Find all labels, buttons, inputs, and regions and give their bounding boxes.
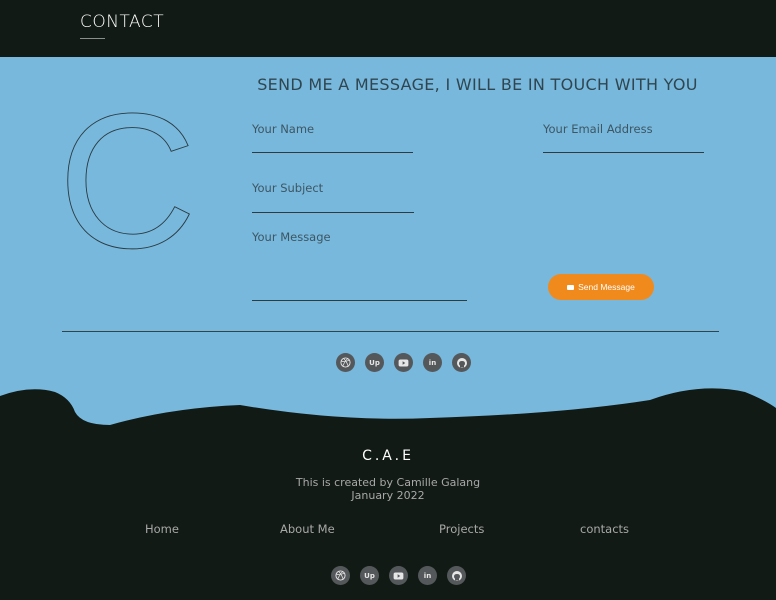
footer-link-home[interactable]: Home — [145, 522, 179, 536]
upwork-icon[interactable]: Up — [360, 566, 379, 585]
github-icon[interactable] — [452, 353, 471, 372]
logo-letter: C — [58, 97, 197, 267]
upwork-icon[interactable]: Up — [365, 353, 384, 372]
footer-link-projects[interactable]: Projects — [439, 522, 484, 536]
footer-brand: C.A.E — [362, 448, 414, 464]
youtube-icon[interactable] — [389, 566, 408, 585]
email-label: Your Email Address — [543, 122, 653, 136]
page-title: CONTACT — [80, 12, 165, 32]
credit-line: This is created by Camille Galang — [295, 476, 481, 489]
subject-input[interactable] — [252, 212, 414, 213]
linkedin-icon[interactable]: in — [418, 566, 437, 585]
subject-label: Your Subject — [252, 181, 324, 195]
email-input[interactable] — [543, 152, 704, 153]
github-icon[interactable] — [447, 566, 466, 585]
send-button-label: Send Message — [578, 282, 635, 292]
credit-date: January 2022 — [351, 489, 425, 502]
message-input[interactable] — [252, 300, 467, 301]
footer-link-about[interactable]: About Me — [280, 522, 335, 536]
logo-c-outline: C — [58, 97, 198, 267]
header: CONTACT — [0, 0, 776, 57]
title-underline — [80, 38, 105, 39]
contact-heading: SEND ME A MESSAGE, I WILL BE IN TOUCH WI… — [257, 75, 698, 94]
footer-link-contacts[interactable]: contacts — [580, 522, 629, 536]
contact-social-links: Up in — [336, 353, 471, 372]
youtube-icon[interactable] — [394, 353, 413, 372]
footer-social-links: Up in — [331, 566, 466, 585]
footer-credit: This is created by Camille Galang Januar… — [0, 476, 776, 502]
name-input[interactable] — [252, 152, 413, 153]
send-message-button[interactable]: Send Message — [548, 274, 654, 300]
linkedin-icon[interactable]: in — [423, 353, 442, 372]
dribbble-icon[interactable] — [331, 566, 350, 585]
mail-icon — [567, 284, 575, 290]
name-label: Your Name — [252, 122, 315, 136]
dribbble-icon[interactable] — [336, 353, 355, 372]
message-label: Your Message — [252, 230, 331, 244]
divider — [62, 331, 719, 332]
